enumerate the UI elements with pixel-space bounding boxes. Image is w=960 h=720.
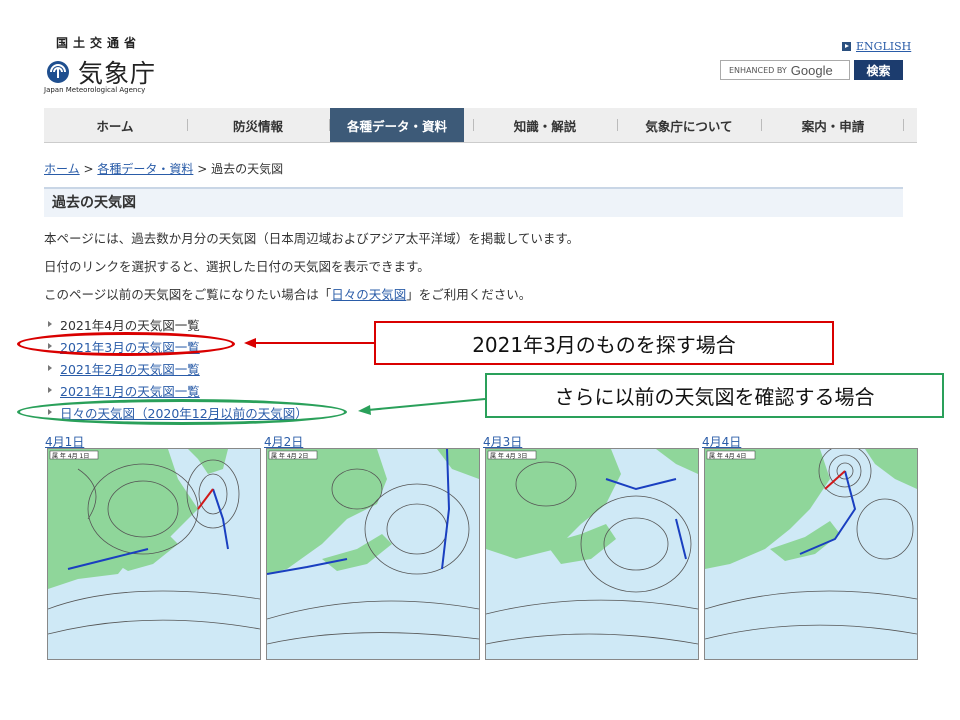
nav-item-home[interactable]: ホーム — [44, 108, 186, 142]
annotation-callout-green: さらに以前の天気図を確認する場合 — [485, 373, 944, 418]
page-title: 過去の天気図 — [44, 187, 903, 217]
highlight-oval-red — [17, 332, 235, 356]
weather-map-image: 属 年 4月 1日 — [48, 449, 260, 659]
month-link-2021-01[interactable]: 2021年1月の天気図一覧 — [60, 381, 200, 400]
list-item: 2021年1月の天気図一覧 — [48, 379, 308, 401]
search-button[interactable]: 検索 — [854, 60, 903, 80]
triangle-bullet-icon — [48, 387, 52, 393]
agency-name[interactable]: 気象庁 — [78, 54, 156, 90]
list-item: 2021年4月の天気図一覧 — [48, 313, 308, 335]
breadcrumb-data[interactable]: 各種データ・資料 — [97, 162, 193, 176]
intro-text-2: 日付のリンクを選択すると、選択した日付の天気図を表示できます。 — [44, 259, 430, 274]
weather-map-image: 属 年 4月 4日 — [705, 449, 917, 659]
month-label-2021-04: 2021年4月の天気図一覧 — [60, 317, 200, 333]
highlight-oval-green — [17, 399, 347, 425]
search-input[interactable]: ENHANCED BY Google — [720, 60, 850, 80]
weather-map-thumbnail[interactable]: 属 年 4月 3日 — [485, 448, 699, 660]
nav-item-guide[interactable]: 案内・申請 — [762, 108, 904, 142]
map-stamp: 属 年 4月 2日 — [271, 452, 308, 460]
breadcrumb-separator: > — [197, 162, 208, 176]
nav-item-bosai[interactable]: 防災情報 — [188, 108, 328, 142]
nav-divider — [903, 119, 904, 131]
list-item: 2021年2月の天気図一覧 — [48, 357, 308, 379]
annotation-callout-red: 2021年3月のものを探す場合 — [374, 321, 834, 365]
nav-item-knowledge[interactable]: 知識・解説 — [474, 108, 616, 142]
weather-map-image: 属 年 4月 2日 — [267, 449, 479, 659]
map-stamp: 属 年 4月 1日 — [52, 452, 89, 460]
breadcrumb-current: 過去の天気図 — [211, 162, 284, 176]
weather-map-thumbnail[interactable]: 属 年 4月 1日 — [47, 448, 261, 660]
weather-map-thumbnail[interactable]: 属 年 4月 4日 — [704, 448, 918, 660]
gov-name: 国土交通省 — [56, 36, 142, 50]
triangle-bullet-icon — [48, 365, 52, 371]
triangle-bullet-icon — [48, 321, 52, 327]
agency-en-name: Japan Meteorological Agency — [44, 86, 146, 94]
jma-logo-icon — [47, 61, 69, 83]
intro-text-3-before: このページ以前の天気図をご覧になりたい場合は「 — [44, 287, 332, 302]
weather-map-thumbnail[interactable]: 属 年 4月 2日 — [266, 448, 480, 660]
intro-text-3-after: 」をご利用ください。 — [406, 287, 532, 302]
intro-text-3: このページ以前の天気図をご覧になりたい場合は「日々の天気図」をご利用ください。 — [44, 284, 531, 303]
daily-weather-link[interactable]: 日々の天気図 — [331, 287, 406, 302]
global-nav: ホーム 防災情報 各種データ・資料 知識・解説 気象庁について 案内・申請 — [44, 108, 917, 143]
english-link[interactable]: ENGLISH — [842, 40, 911, 53]
search-enhanced-label: ENHANCED BY — [729, 65, 787, 75]
nav-item-data[interactable]: 各種データ・資料 — [330, 108, 464, 142]
english-link-label: ENGLISH — [856, 40, 912, 53]
map-stamp: 属 年 4月 3日 — [490, 452, 527, 460]
breadcrumb: ホーム > 各種データ・資料 > 過去の天気図 — [44, 160, 283, 177]
weather-map-image: 属 年 4月 3日 — [486, 449, 698, 659]
google-logo: Google — [790, 62, 833, 78]
intro-text-1: 本ページには、過去数か月分の天気図（日本周辺域およびアジア太平洋域）を掲載してい… — [44, 231, 580, 246]
breadcrumb-home[interactable]: ホーム — [44, 162, 80, 176]
nav-item-about[interactable]: 気象庁について — [618, 108, 760, 142]
play-icon — [842, 42, 851, 51]
month-link-2021-02[interactable]: 2021年2月の天気図一覧 — [60, 359, 200, 378]
map-stamp: 属 年 4月 4日 — [709, 452, 746, 460]
breadcrumb-separator: > — [83, 162, 94, 176]
